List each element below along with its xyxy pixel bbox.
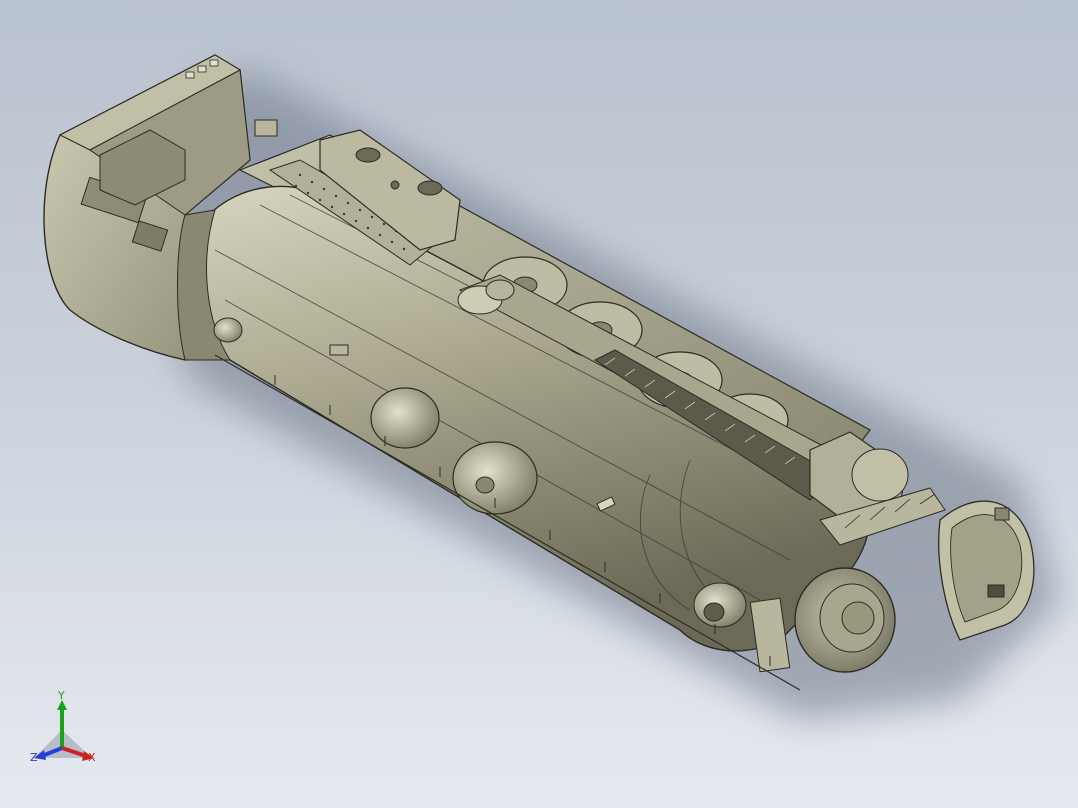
lamp-bracket <box>329 344 349 356</box>
coordinate-triad: Y X Z <box>22 690 112 780</box>
triad-z-label: Z <box>30 751 38 764</box>
triad-x-label: X <box>88 751 96 764</box>
headlamp-box <box>254 119 278 137</box>
sand-dome-cap <box>475 476 495 494</box>
saddle-bolt <box>390 180 400 190</box>
triad-axes <box>34 700 94 761</box>
pilot-bracket-2 <box>994 507 1010 521</box>
smokebox-hub <box>841 601 875 635</box>
pilot-bracket <box>987 584 1005 598</box>
piston-cylinder-2 <box>485 279 515 301</box>
steam-dome <box>370 387 440 449</box>
cylinder-head <box>851 448 909 502</box>
feedwater-pipe-opening <box>703 602 725 622</box>
saddle-hole-2 <box>417 180 443 196</box>
saddle-hole-1 <box>355 147 381 163</box>
triad-y-label: Y <box>58 689 65 702</box>
locomotive-3d-model[interactable] <box>0 0 1078 808</box>
cad-graphics-viewport[interactable]: Y X Z <box>0 0 1078 808</box>
small-dome <box>213 317 243 343</box>
